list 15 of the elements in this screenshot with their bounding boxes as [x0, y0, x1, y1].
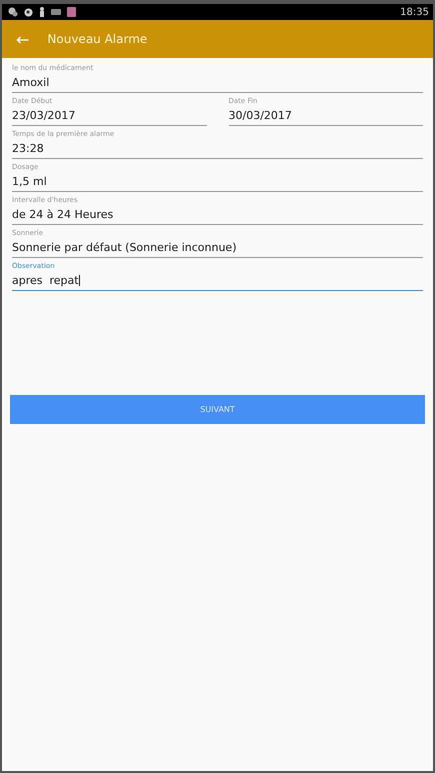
keyboard-icon — [51, 9, 61, 15]
text-field[interactable]: de 24 à 24 Heures — [12, 208, 423, 225]
globe-icon — [24, 8, 33, 16]
person-icon — [39, 7, 45, 17]
text-field[interactable]: 23/03/2017 — [12, 109, 206, 126]
text-field[interactable]: 23:28 — [12, 142, 423, 159]
screen-title: Nouveau Alarme — [47, 32, 148, 46]
text-field[interactable]: 1,5 ml — [12, 175, 423, 192]
status-time: 18:35 — [400, 6, 429, 18]
app-icon — [67, 7, 76, 17]
text-field[interactable]: Amoxil — [12, 76, 423, 93]
notification-icon — [8, 7, 18, 17]
text-field[interactable]: apres repat — [12, 274, 423, 291]
text-field[interactable]: Sonnerie par défaut (Sonnerie inconnue) — [12, 241, 423, 258]
text-field[interactable]: 30/03/2017 — [228, 109, 423, 126]
